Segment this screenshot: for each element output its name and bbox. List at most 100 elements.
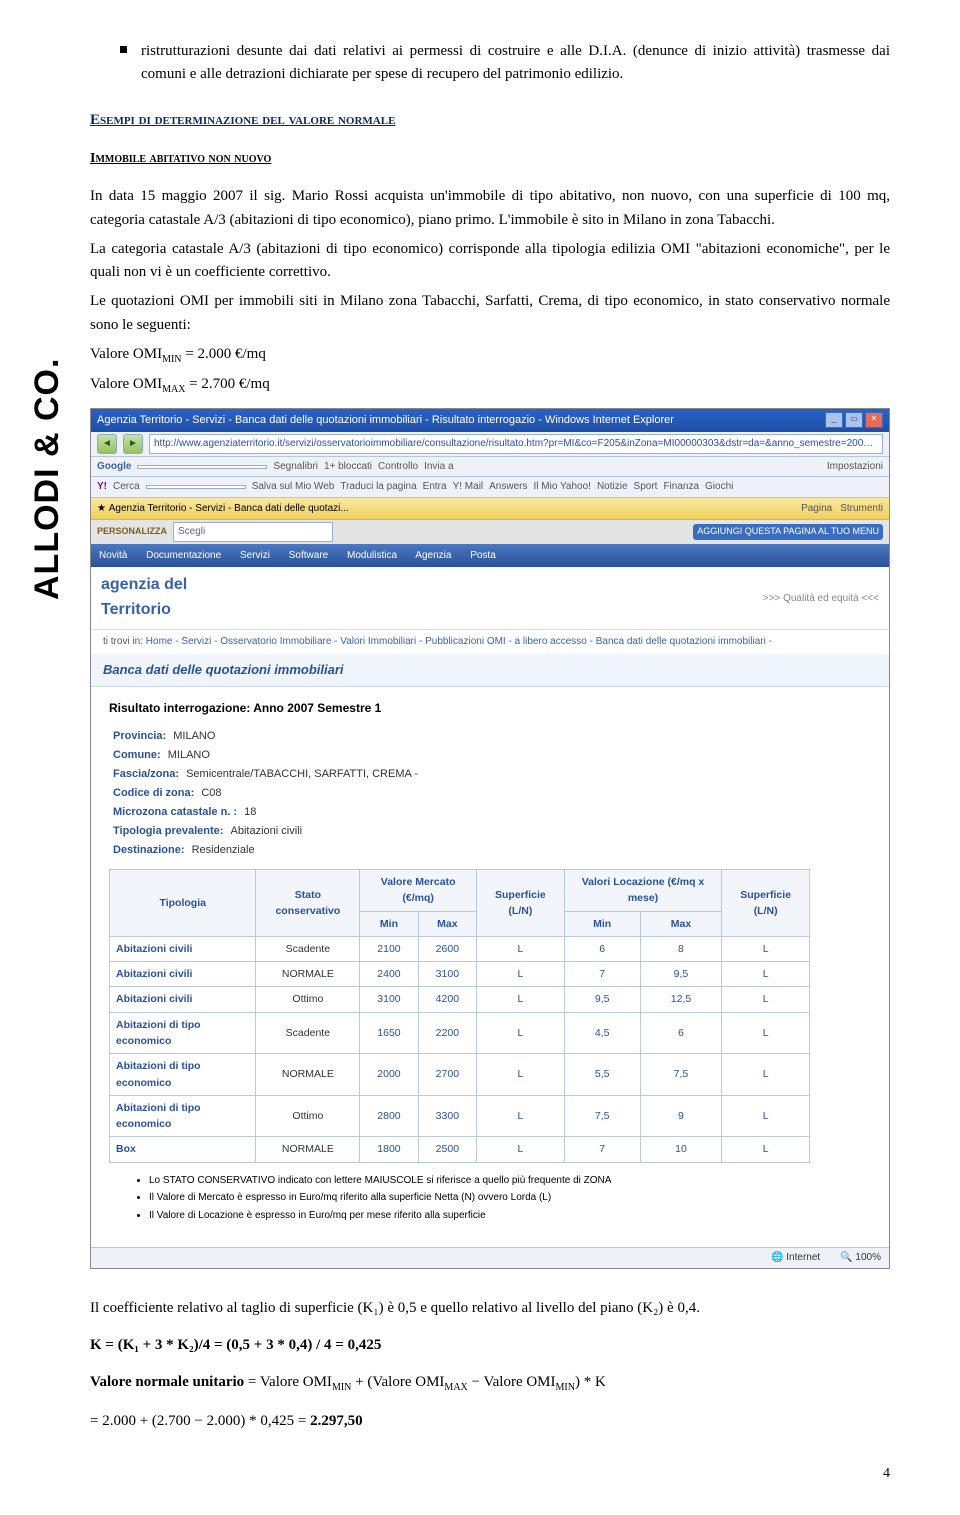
- field-destinazione: Destinazione: Residenziale: [109, 842, 871, 859]
- field-codice: Codice di zona: C08: [109, 785, 871, 802]
- back-button[interactable]: ◄: [97, 434, 117, 454]
- table-row: Abitazioni di tipo economicoOttimo280033…: [110, 1095, 810, 1137]
- strumenti-menu[interactable]: Strumenti: [840, 501, 883, 517]
- nav-modulistica[interactable]: Modulistica: [347, 550, 397, 561]
- brand-line2: Territorio: [101, 598, 187, 623]
- window-title: Agenzia Territorio - Servizi - Banca dat…: [97, 412, 674, 429]
- status-zoom[interactable]: 🔍 100%: [840, 1250, 881, 1266]
- k-formula: K = (K₁ + 3 * K₂)/4 = (0,5 + 3 * 0,4) / …: [90, 1334, 890, 1357]
- brand-tagline: >>> Qualità ed equità <<<: [763, 591, 879, 607]
- nav-software[interactable]: Software: [289, 550, 328, 561]
- th-tipologia: Tipologia: [110, 870, 256, 937]
- entra-button[interactable]: Entra: [423, 479, 447, 495]
- omi-table: Tipologia Stato conservativo Valore Merc…: [109, 869, 810, 1162]
- field-comune: Comune: MILANO: [109, 747, 871, 764]
- google-search-input[interactable]: [137, 465, 267, 469]
- table-notes: Lo STATO CONSERVATIVO indicato con lette…: [109, 1173, 871, 1224]
- table-row: Abitazioni civiliOttimo31004200L9,512,5L: [110, 987, 810, 1012]
- maximize-button[interactable]: ▭: [845, 412, 863, 428]
- result-content: Risultato interrogazione: Anno 2007 Seme…: [91, 687, 889, 1247]
- finanza-link[interactable]: Finanza: [663, 479, 699, 495]
- th-max2: Max: [640, 911, 722, 936]
- sport-link[interactable]: Sport: [634, 479, 658, 495]
- subsection-heading: Immobile abitativo non nuovo: [90, 148, 890, 170]
- valore-normale-calc: = 2.000 + (2.700 − 2.000) * 0,425 = 2.29…: [90, 1410, 890, 1433]
- field-microzona: Microzona catastale n. : 18: [109, 804, 871, 821]
- controllo-button[interactable]: Controllo: [378, 459, 418, 475]
- giochi-link[interactable]: Giochi: [705, 479, 733, 495]
- traduci-button[interactable]: Traduci la pagina: [340, 479, 416, 495]
- nav-posta[interactable]: Posta: [470, 550, 496, 561]
- window-titlebar[interactable]: Agenzia Territorio - Servizi - Banca dat…: [91, 409, 889, 432]
- close-button[interactable]: ✕: [865, 412, 883, 428]
- table-row: Abitazioni di tipo economicoScadente1650…: [110, 1012, 810, 1054]
- invia-button[interactable]: Invia a: [424, 459, 453, 475]
- note-item: Il Valore di Mercato è espresso in Euro/…: [149, 1190, 871, 1206]
- th-locazione: Valori Locazione (€/mq x mese): [564, 870, 722, 912]
- status-zone: 🌐 Internet: [771, 1250, 820, 1266]
- popup-blocked[interactable]: 1+ bloccati: [324, 459, 372, 475]
- valore-normale-formula: Valore normale unitario = Valore OMIMIN …: [90, 1371, 890, 1396]
- personalizza-label[interactable]: PERSONALIZZA: [97, 525, 167, 539]
- segnalibri-button[interactable]: Segnalibri: [273, 459, 317, 475]
- note-item: Lo STATO CONSERVATIVO indicato con lette…: [149, 1173, 871, 1189]
- document-page: ristrutturazioni desunte dai dati relati…: [0, 0, 960, 1515]
- bullet-item: ristrutturazioni desunte dai dati relati…: [90, 40, 890, 87]
- paragraph-2: La categoria catastale A/3 (abitazioni d…: [90, 238, 890, 285]
- minimize-button[interactable]: _: [825, 412, 843, 428]
- brand-line1: agenzia del: [101, 573, 187, 598]
- th-sup2: Superficie (L/N): [722, 870, 810, 937]
- current-tab[interactable]: Agenzia Territorio - Servizi - Banca dat…: [109, 501, 349, 517]
- answers-link[interactable]: Answers: [489, 479, 527, 495]
- coefficients-text: Il coefficiente relativo al taglio di su…: [90, 1297, 890, 1320]
- aggiungi-menu-caption[interactable]: AGGIUNGI QUESTA PAGINA AL TUO MENU: [693, 524, 883, 540]
- nav-agenzia[interactable]: Agenzia: [415, 550, 451, 561]
- page-watermark: ALLODI & CO.: [28, 358, 67, 600]
- scegli-select[interactable]: Scegli: [173, 522, 333, 542]
- breadcrumb: ti trovi in: Home - Servizi - Osservator…: [91, 630, 889, 654]
- paragraph-3: Le quotazioni OMI per immobili siti in M…: [90, 290, 890, 337]
- embedded-browser-screenshot: Agenzia Territorio - Servizi - Banca dat…: [90, 408, 890, 1269]
- address-bar[interactable]: http://www.agenziaterritorio.it/servizi/…: [149, 434, 883, 454]
- favorites-bar: ★ Agenzia Territorio - Servizi - Banca d…: [91, 498, 889, 521]
- bullet-text: ristrutturazioni desunte dai dati relati…: [141, 40, 890, 87]
- yahoo-link[interactable]: Il Mio Yahoo!: [534, 479, 591, 495]
- th-mercato: Valore Mercato (€/mq): [360, 870, 477, 912]
- browser-statusbar: 🌐 Internet 🔍 100%: [91, 1247, 889, 1268]
- notizie-link[interactable]: Notizie: [597, 479, 628, 495]
- th-sup1: Superficie (L/N): [477, 870, 565, 937]
- th-min2: Min: [564, 911, 640, 936]
- bullet-marker: [120, 46, 127, 53]
- table-row: Abitazioni di tipo economicoNORMALE20002…: [110, 1054, 810, 1096]
- th-stato: Stato conservativo: [256, 870, 360, 937]
- valore-omi-min: Valore OMIMIN = 2.000 €/mq: [90, 343, 890, 368]
- site-logo-row: agenzia del Territorio >>> Qualità ed eq…: [91, 567, 889, 630]
- yahoo-toolbar: Y! Cerca Salva sul Mio Web Traduci la pa…: [91, 477, 889, 498]
- table-row: Abitazioni civiliScadente21002600L68L: [110, 936, 810, 961]
- section-heading: Esempi di determinazione del valore norm…: [90, 109, 890, 132]
- impostazioni-button[interactable]: Impostazioni: [827, 459, 883, 475]
- forward-button[interactable]: ►: [123, 434, 143, 454]
- th-max1: Max: [418, 911, 476, 936]
- table-row: BoxNORMALE18002500L710L: [110, 1137, 810, 1162]
- salva-button[interactable]: Salva sul Mio Web: [252, 479, 335, 495]
- yahoo-search-input[interactable]: [146, 485, 246, 489]
- field-provincia: Provincia: MILANO: [109, 728, 871, 745]
- pagina-menu[interactable]: Pagina: [801, 501, 832, 517]
- breadcrumb-path[interactable]: Home - Servizi - Osservatorio Immobiliar…: [146, 636, 772, 647]
- note-item: Il Valore di Locazione è espresso in Eur…: [149, 1208, 871, 1224]
- ymail-link[interactable]: Y! Mail: [453, 479, 484, 495]
- nav-novita[interactable]: Novità: [99, 550, 127, 561]
- nav-documentazione[interactable]: Documentazione: [146, 550, 221, 561]
- page-title: Banca dati delle quotazioni immobiliari: [91, 654, 889, 687]
- favorite-icon[interactable]: ★: [97, 501, 106, 517]
- nav-servizi[interactable]: Servizi: [240, 550, 270, 561]
- address-toolbar: ◄ ► http://www.agenziaterritorio.it/serv…: [91, 432, 889, 457]
- field-fascia: Fascia/zona: Semicentrale/TABACCHI, SARF…: [109, 766, 871, 783]
- field-tipologia: Tipologia prevalente: Abitazioni civili: [109, 823, 871, 840]
- th-min1: Min: [360, 911, 418, 936]
- google-logo: Google: [97, 459, 131, 475]
- site-navbar: Novità Documentazione Servizi Software M…: [91, 544, 889, 568]
- cerca-label: Cerca: [113, 479, 140, 495]
- personalizza-bar: PERSONALIZZA Scegli AGGIUNGI QUESTA PAGI…: [91, 520, 889, 544]
